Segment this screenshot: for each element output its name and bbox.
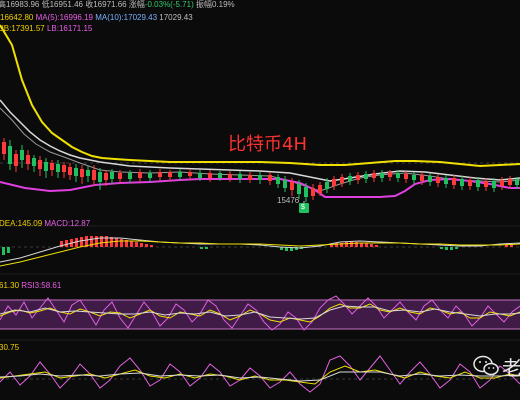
amplitude-value: 0.19%: [211, 0, 235, 9]
macd-label: MACD:: [44, 219, 71, 228]
upper-band-label: UB:: [0, 24, 12, 33]
ma5-label: MA(5):: [35, 13, 60, 22]
change-value: -0.03%(-5.71): [144, 0, 194, 9]
ma5-value: 16996.19: [59, 13, 93, 22]
macd-dif-line: [0, 237, 520, 263]
upper-band-value: 17391.57: [11, 24, 45, 33]
ma10-label: MA(10):: [95, 13, 124, 22]
min-price-badge-text: $: [301, 204, 305, 211]
rsi3-value: 58.61: [41, 281, 62, 290]
rsi-value: 61.30: [0, 281, 20, 290]
amplitude-label: 振幅: [195, 0, 212, 9]
wechat-icon: [473, 355, 499, 376]
ohlc-row: 高16983.96 低16951.46 收16971.66 涨幅-0.03%(-…: [0, 0, 235, 10]
rsi3-label: RSI3:: [21, 281, 42, 290]
ma-row: 16642.80 MA(5):16996.19 MA(10):17029.43 …: [0, 13, 193, 23]
change-label: 涨幅: [128, 0, 145, 9]
kdj-line-j: [0, 355, 520, 393]
low-value: 16951.46: [49, 0, 83, 9]
min-price-label: 15476: [277, 196, 300, 205]
ma10-value: 17029.43: [123, 13, 158, 22]
low-label: 低: [41, 0, 50, 9]
watermark: 老: [470, 352, 520, 380]
macd-legend: DEA:145.09 MACD:12.87: [0, 219, 90, 229]
kline-chart[interactable]: [0, 0, 520, 400]
close-value: 16971.66: [93, 0, 127, 9]
ma-value: 16642.80: [0, 13, 34, 22]
watermark-text: 老: [502, 356, 520, 380]
macd-value: 12.87: [70, 219, 91, 228]
boll-row: UB:17391.57 LB:16171.15: [0, 24, 92, 34]
macd-histogram: [2, 236, 513, 255]
lower-band-label: LB:: [46, 24, 59, 33]
chart-title: 比特币4H: [228, 134, 307, 155]
lower-band-value: 16171.15: [58, 24, 93, 33]
dea-value: 145.09: [17, 219, 43, 228]
high-value: 16983.96: [6, 0, 40, 9]
rsi-legend: 61.30 RSI3:58.61: [0, 281, 61, 291]
kdj-legend: 30.75: [0, 343, 20, 352]
dea-label: DEA:: [0, 219, 18, 228]
ma-extra-value: 17029.43: [159, 13, 193, 22]
